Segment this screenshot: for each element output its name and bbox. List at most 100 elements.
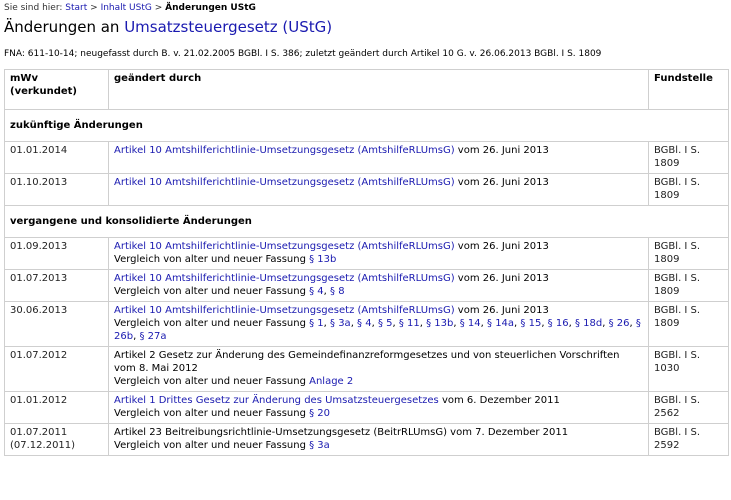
breadcrumb-separator: > — [154, 3, 163, 13]
fundstelle-cell: BGBl. I S. 2562 — [648, 391, 729, 424]
paragraph-link[interactable]: § 3a — [330, 318, 351, 329]
compare-label: Vergleich von alter und neuer Fassung — [114, 376, 310, 387]
paragraph-link[interactable]: § 8 — [330, 286, 345, 297]
compare-label: Vergleich von alter und neuer Fassung — [114, 318, 310, 329]
section-row-past: vergangene und konsolidierte Änderungen — [4, 205, 729, 238]
fundstelle-page: 2592 — [654, 440, 680, 451]
law-link[interactable]: Artikel 10 Amtshilferichtlinie-Umsetzung… — [114, 273, 455, 284]
paragraph-link[interactable]: § 1 — [309, 318, 324, 329]
date-cell: 01.07.2012 — [4, 346, 109, 392]
change-cell: Artikel 2 Gesetz zur Änderung des Gemein… — [108, 346, 649, 392]
table-header-row: mWv (verkundet) geändert durch Fundstelle — [4, 69, 729, 110]
change-cell: Artikel 10 Amtshilferichtlinie-Umsetzung… — [108, 301, 649, 347]
paragraph-link[interactable]: § 15 — [520, 318, 541, 329]
law-title-link[interactable]: Umsatzsteuergesetz (UStG) — [124, 18, 332, 36]
compare-label: Vergleich von alter und neuer Fassung — [114, 286, 310, 297]
law-link[interactable]: Artikel 10 Amtshilferichtlinie-Umsetzung… — [114, 145, 455, 156]
section-title-future: zukünftige Änderungen — [4, 109, 729, 142]
breadcrumb-current: Änderungen UStG — [165, 3, 256, 13]
change-cell: Artikel 10 Amtshilferichtlinie-Umsetzung… — [108, 141, 649, 174]
change-cell: Artikel 10 Amtshilferichtlinie-Umsetzung… — [108, 173, 649, 206]
breadcrumb: Sie sind hier: Start > Inhalt UStG > Änd… — [4, 3, 256, 13]
paragraph-link[interactable]: § 13b — [309, 254, 336, 265]
fundstelle-page: 1809 — [654, 158, 680, 169]
header-geaendert-durch: geändert durch — [108, 69, 649, 110]
change-cell: Artikel 1 Drittes Gesetz zur Änderung de… — [108, 391, 649, 424]
breadcrumb-prefix: Sie sind hier: — [4, 3, 63, 13]
paragraph-link[interactable]: § 4 — [357, 318, 372, 329]
paragraph-link[interactable]: Anlage 2 — [309, 376, 353, 387]
paragraph-link[interactable]: § 26 — [609, 318, 630, 329]
change-cell: Artikel 23 Beitreibungsrichtlinie-Umsetz… — [108, 423, 649, 456]
table-row: 01.01.2014 Artikel 10 Amtshilferichtlini… — [4, 141, 729, 174]
fundstelle-cell: BGBl. I S. 1809 — [648, 269, 729, 302]
compare-label: Vergleich von alter und neuer Fassung — [114, 408, 310, 419]
section-row-future: zukünftige Änderungen — [4, 109, 729, 142]
law-link[interactable]: Artikel 10 Amtshilferichtlinie-Umsetzung… — [114, 241, 455, 252]
breadcrumb-separator: > — [90, 3, 98, 13]
fundstelle-page: 1809 — [654, 318, 680, 329]
law-link[interactable]: Artikel 10 Amtshilferichtlinie-Umsetzung… — [114, 177, 455, 188]
changes-table: mWv (verkundet) geändert durch Fundstelle… — [4, 69, 729, 456]
header-mwv-line2: (verkundet) — [10, 86, 77, 97]
fundstelle-page: 1809 — [654, 286, 680, 297]
law-date: vom 26. Juni 2013 — [454, 305, 549, 316]
date-effective: 01.07.2011 — [10, 427, 68, 438]
fundstelle-ref: BGBl. I S. — [654, 273, 701, 284]
table-row: 01.10.2013 Artikel 10 Amtshilferichtlini… — [4, 173, 729, 206]
table-row: 01.07.2013 Artikel 10 Amtshilferichtlini… — [4, 269, 729, 302]
compare-label: Vergleich von alter und neuer Fassung — [114, 254, 310, 265]
paragraph-link[interactable]: § 14a — [487, 318, 514, 329]
fundstelle-cell: BGBl. I S. 1030 — [648, 346, 729, 392]
paragraph-link[interactable]: § 11 — [399, 318, 420, 329]
change-cell: Artikel 10 Amtshilferichtlinie-Umsetzung… — [108, 269, 649, 302]
fundstelle-ref: BGBl. I S. — [654, 241, 701, 252]
date-cell: 01.10.2013 — [4, 173, 109, 206]
date-cell: 01.07.2011 (07.12.2011) — [4, 423, 109, 456]
law-date: vom 26. Juni 2013 — [454, 273, 549, 284]
header-mwv: mWv (verkundet) — [4, 69, 109, 110]
fna-info: FNA: 611-10-14; neugefasst durch B. v. 2… — [4, 49, 602, 59]
header-fundstelle: Fundstelle — [648, 69, 729, 110]
date-promulgated: (07.12.2011) — [10, 440, 76, 451]
fundstelle-cell: BGBl. I S. 2592 — [648, 423, 729, 456]
date-cell: 01.01.2012 — [4, 391, 109, 424]
page-title-prefix: Änderungen an — [4, 18, 125, 36]
date-cell: 30.06.2013 — [4, 301, 109, 347]
paragraph-link[interactable]: § 4 — [309, 286, 324, 297]
change-cell: Artikel 10 Amtshilferichtlinie-Umsetzung… — [108, 237, 649, 270]
fundstelle-page: 1809 — [654, 190, 680, 201]
table-row: 01.09.2013 Artikel 10 Amtshilferichtlini… — [4, 237, 729, 270]
law-link[interactable]: Artikel 1 Drittes Gesetz zur Änderung de… — [114, 395, 439, 406]
header-mwv-line1: mWv — [10, 73, 38, 84]
date-cell: 01.01.2014 — [4, 141, 109, 174]
fundstelle-ref: BGBl. I S. — [654, 395, 701, 406]
law-date: vom 26. Juni 2013 — [454, 177, 549, 188]
paragraph-link[interactable]: § 27a — [139, 331, 166, 342]
breadcrumb-inhalt-link[interactable]: Inhalt UStG — [101, 3, 152, 13]
paragraph-link[interactable]: § 13b — [426, 318, 453, 329]
paragraph-link[interactable]: § 20 — [309, 408, 330, 419]
fundstelle-ref: BGBl. I S. — [654, 305, 701, 316]
paragraph-link[interactable]: § 16 — [548, 318, 569, 329]
fundstelle-page: 1809 — [654, 254, 680, 265]
fundstelle-page: 2562 — [654, 408, 680, 419]
fundstelle-ref: BGBl. I S. — [654, 350, 701, 361]
paragraph-link[interactable]: § 14 — [460, 318, 481, 329]
law-date: vom 6. Dezember 2011 — [438, 395, 560, 406]
date-cell: 01.07.2013 — [4, 269, 109, 302]
table-row: 30.06.2013 Artikel 10 Amtshilferichtlini… — [4, 301, 729, 347]
law-link[interactable]: Artikel 10 Amtshilferichtlinie-Umsetzung… — [114, 305, 455, 316]
paragraph-link[interactable]: § 18d — [575, 318, 602, 329]
fundstelle-cell: BGBl. I S. 1809 — [648, 301, 729, 347]
breadcrumb-start-link[interactable]: Start — [65, 3, 87, 13]
paragraph-link[interactable]: § 3a — [309, 440, 330, 451]
table-row: 01.07.2012 Artikel 2 Gesetz zur Änderung… — [4, 346, 729, 392]
fundstelle-ref: BGBl. I S. — [654, 177, 701, 188]
section-title-past: vergangene und konsolidierte Änderungen — [4, 205, 729, 238]
paragraph-link[interactable]: § 5 — [378, 318, 393, 329]
table-row: 01.07.2011 (07.12.2011) Artikel 23 Beitre… — [4, 423, 729, 456]
date-cell: 01.09.2013 — [4, 237, 109, 270]
law-text: Artikel 23 Beitreibungsrichtlinie-Umsetz… — [114, 427, 569, 438]
fundstelle-ref: BGBl. I S. — [654, 427, 701, 438]
